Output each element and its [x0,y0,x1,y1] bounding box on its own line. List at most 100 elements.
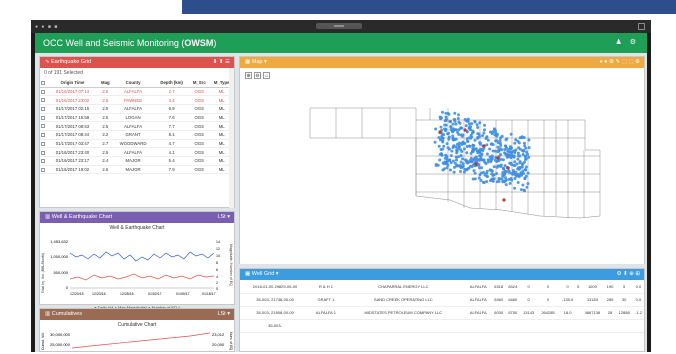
well-marker [472,157,476,161]
well-marker [455,149,459,153]
cell-src: OGS [189,156,210,166]
well-marker [465,161,469,165]
well-marker [433,140,437,144]
well-marker [483,128,486,132]
well-table: 2016-01-00 29829-09-00 R & H 1 CHAPARRAL E… [240,280,644,333]
chart-tools[interactable]: LSt ▾ [217,212,230,223]
well-marker [478,121,482,125]
well-marker [462,141,466,145]
well-marker [473,138,477,142]
well-earthquake-chart-panel: ▥ Well & Earthquake Chart LSt ▾ Well & Ea… [39,211,235,310]
address-bar[interactable]: owsm [316,23,362,29]
table-row[interactable]: 01/16/2017 23:40 2.5 ALFALFA 4.1 OGS ML [40,147,234,157]
well-marker [447,147,451,151]
col-mag[interactable]: Mag [98,78,113,88]
cell-src: OGS [189,165,210,175]
well-marker [437,144,441,148]
well-grid-tools[interactable]: ⚙ ⬍ ⊕ ⊞ [617,269,640,280]
app-header-tools[interactable]: ♟ ⚙ [616,38,640,46]
window-maximize-button[interactable] [638,23,645,30]
well-row[interactable]: 35-003- 21808-00-00 ALFALFA 1 MIDSTATES PE… [240,306,644,320]
well-marker [501,158,505,162]
col-msrc[interactable]: M_Src [189,78,210,88]
cell-e: -135.9 [558,293,577,307]
cell-time: 01/17/2017 02:15 [46,104,99,114]
cell-h: 289 [604,293,616,307]
zoom-in-button[interactable]: ⊕ [245,72,252,79]
well-marker [479,178,483,182]
col-depth[interactable]: Depth (km) [154,78,190,88]
earthquake-grid-scrollbar[interactable] [229,68,234,208]
cell-county: GRANT [112,130,155,140]
well-marker [466,139,470,143]
well-row[interactable]: 35-003- 21748-00-00 GRAFT 1 SAND CREEK OPE… [240,293,644,307]
well-marker [519,188,523,192]
cumulatives-panel: ▥ Cumulatives LSt ▾ Cumulative Chart Cumu… [39,308,235,352]
cell-c: 0 [519,293,538,307]
well-marker [441,147,445,151]
well-marker [458,121,462,125]
cell-a: 6318 [491,280,506,294]
well-row[interactable]: 2016-01-00 29829-09-00 R & H 1 CHAPARRAL E… [240,280,644,294]
well-marker [449,125,453,129]
well-marker [456,147,460,150]
table-row[interactable]: 01/16/2017 23:02 2.6 PAWNEE 3.4 OGS ML [40,95,234,105]
well-marker [513,141,517,145]
well-marker [456,117,460,120]
well-marker [472,144,476,148]
header-band [182,0,676,14]
map-canvas[interactable]: ⊕ ⊖ ⌂ [240,68,644,264]
table-row[interactable]: 01/16/2017 19:02 2.6 MAJOR 7.9 OGS ML [40,165,234,175]
table-row[interactable]: 01/17/2017 02:15 2.5 ALFALFA 6.9 OGS ML [40,104,234,114]
cell-name: R & H 1 [310,280,342,294]
home-button[interactable]: ⌂ [263,72,270,79]
well-marker [452,129,455,133]
daily-volume-series [69,251,215,262]
cell-g: 1009 [580,280,605,294]
well-marker [478,157,482,161]
well-marker [516,157,520,161]
earthquake-grid-tools[interactable]: ⬇ ⬆ ☰ [213,57,230,68]
table-row[interactable]: 01/17/2017 08:44 2.2 GRANT 8.1 OGS ML [40,130,234,140]
well-marker [440,153,444,157]
well-marker [497,177,501,181]
well-marker [457,113,460,117]
cell-mag: 2.6 [98,165,113,175]
well-marker [455,158,458,162]
well-marker [499,141,502,145]
table-row[interactable]: 01/17/2017 15:58 2.6 LOGAN 7.6 OGS ML [40,113,234,123]
max-magnitude-series [69,273,215,281]
well-marker [480,152,484,156]
cumulatives-tools[interactable]: LSt ▾ [217,309,230,320]
table-row[interactable]: 01/16/2017 07:14 2.5 ALFALFA 2.7 OGS ML [40,87,234,97]
well-marker [504,153,508,157]
col-county[interactable]: County [112,78,155,88]
table-row[interactable]: 01/17/2017 08:53 2.5 ALFALFA 7.7 OGS ML [40,121,234,131]
cell-d: 0 [537,280,559,294]
cell-county: ALFALFA [112,87,155,97]
well-marker [521,149,525,153]
well-earthquake-chart-header: ▥ Well & Earthquake Chart LSt ▾ [40,212,234,223]
well-marker [447,112,451,116]
well-marker [495,172,499,175]
app-title: OCC Well and Seismic Monitoring (OWSM) [43,38,217,48]
col-origin-time[interactable]: Origin Time [46,78,99,88]
well-marker [513,177,517,180]
map-tools[interactable]: ● ● ⚙ ✎ ⬚ ⬚ ⚙ [599,57,640,68]
well-marker [484,162,488,166]
cell-time: 01/16/2017 23:40 [46,147,99,157]
table-row[interactable]: 01/16/2017 23:17 2.4 MAJOR 5.4 OGS ML [40,156,234,166]
earthquake-grid-panel: ∿ Earthquake Grid ⬇ ⬆ ☰ 0 of 191 Selected… [39,56,235,208]
well-marker [467,166,471,170]
cell-j: -1.2 [632,306,644,320]
well-row[interactable]: 35-003- [240,319,644,333]
window-controls[interactable]: ● ● ■ ■ [35,24,58,30]
well-marker [516,151,520,155]
well-marker [461,133,465,137]
well-marker [491,130,495,134]
well-marker [508,181,512,185]
cell-c [519,319,538,333]
cell-depth: 4.7 [154,139,190,149]
table-row[interactable]: 01/17/2017 03:47 2.7 WOODWARD 4.7 OGS ML [40,139,234,149]
zoom-out-button[interactable]: ⊖ [254,72,261,79]
